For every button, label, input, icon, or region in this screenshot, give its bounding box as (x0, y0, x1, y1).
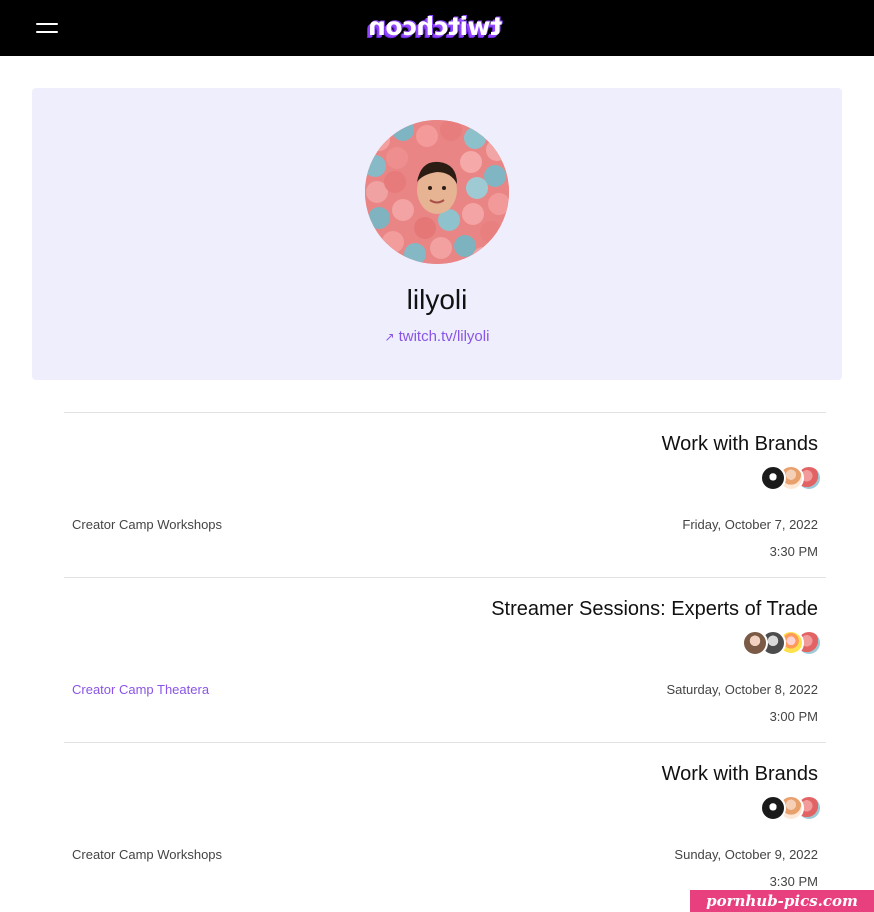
session-track: Creator Camp Workshops (72, 517, 223, 532)
session-title[interactable]: Work with Brands (662, 763, 818, 786)
session-title[interactable]: Work with Brands (662, 433, 818, 456)
avatar (365, 120, 509, 264)
twitchcon-logo[interactable]: twitchcon (368, 10, 502, 44)
session-date: Saturday, October 8, 2022 (666, 682, 818, 697)
external-arrow-icon: ↗ (384, 330, 395, 344)
hamburger-menu-icon[interactable] (36, 20, 58, 36)
session-item[interactable]: Work with Brands Sunday, October 9, 2022… (64, 742, 826, 907)
profile-card: lilyoli ↗ twitch.tv/lilyoli (32, 88, 842, 380)
session-time: 3:30 PM (769, 874, 818, 889)
session-date: Sunday, October 9, 2022 (674, 847, 818, 862)
session-track-link[interactable]: Creator Camp Theatera (72, 682, 209, 697)
session-date: Friday, October 7, 2022 (682, 517, 818, 532)
session-time: 3:00 PM (769, 709, 818, 724)
logo-text: twitchcon (368, 12, 502, 41)
profile-link-text: twitch.tv/lilyoli (398, 328, 490, 345)
profile-name: lilyoli (406, 284, 468, 315)
profile-link[interactable]: ↗ twitch.tv/lilyoli (32, 328, 842, 345)
speaker-avatars (760, 465, 822, 491)
session-item[interactable]: Streamer Sessions: Experts of Trade Satu… (64, 577, 826, 742)
speaker-avatars (742, 630, 822, 656)
session-track: Creator Camp Workshops (72, 847, 223, 862)
speaker-avatar[interactable] (760, 465, 786, 491)
top-bar: twitchcon (0, 0, 874, 56)
watermark: pornhub-pics.com (690, 890, 874, 912)
speaker-avatars (760, 795, 822, 821)
session-item[interactable]: Work with Brands Friday, October 7, 2022… (64, 412, 826, 577)
session-time: 3:30 PM (769, 544, 818, 559)
speaker-avatar[interactable] (742, 630, 768, 656)
session-title[interactable]: Streamer Sessions: Experts of Trade (491, 598, 818, 621)
speaker-avatar[interactable] (760, 795, 786, 821)
session-list: Work with Brands Friday, October 7, 2022… (64, 412, 826, 907)
